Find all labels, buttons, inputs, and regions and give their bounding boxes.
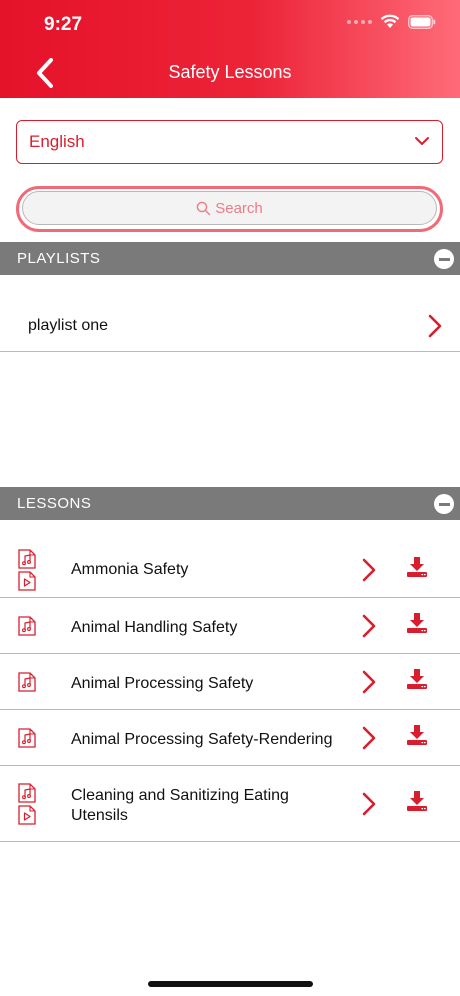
- status-time: 9:27: [44, 14, 83, 35]
- download-icon: [407, 669, 427, 689]
- chevron-down-icon: [415, 137, 429, 145]
- lesson-row[interactable]: Animal Processing Safety-Rendering: [0, 710, 460, 766]
- lesson-download-button[interactable]: [406, 790, 428, 817]
- lesson-open-button[interactable]: [362, 558, 376, 587]
- download-icon: [407, 557, 427, 577]
- chevron-right-icon: [362, 792, 376, 816]
- video-file-icon: [18, 571, 36, 591]
- lesson-media-icons: [18, 549, 36, 591]
- lesson-download-button[interactable]: [406, 668, 428, 695]
- lesson-open-button[interactable]: [362, 670, 376, 699]
- search-bar[interactable]: Search: [16, 186, 443, 232]
- language-dropdown[interactable]: English: [16, 120, 443, 164]
- minus-circle-icon[interactable]: [434, 249, 454, 269]
- lesson-open-button[interactable]: [362, 726, 376, 755]
- lesson-label: Animal Processing Safety-Rendering: [71, 731, 333, 748]
- playlists-header-label: PLAYLISTS: [17, 250, 101, 267]
- lesson-label: Animal Processing Safety: [71, 675, 254, 692]
- language-selected-value: English: [29, 132, 85, 151]
- chevron-right-icon: [362, 726, 376, 750]
- search-input[interactable]: Search: [22, 191, 437, 225]
- lessons-header-label: LESSONS: [17, 495, 92, 512]
- lessons-section-header: LESSONS: [0, 487, 460, 520]
- playlist-row[interactable]: playlist one: [0, 300, 460, 352]
- download-icon: [407, 791, 427, 811]
- lesson-open-button[interactable]: [362, 792, 376, 821]
- audio-file-icon: [18, 616, 36, 636]
- lesson-label: Animal Handling Safety: [71, 619, 238, 636]
- wifi-icon: [380, 14, 400, 28]
- lesson-media-icons: [18, 672, 36, 692]
- audio-file-icon: [18, 728, 36, 748]
- playlists-section-header: PLAYLISTS: [0, 242, 460, 275]
- lesson-row[interactable]: Ammonia Safety: [0, 542, 460, 598]
- lesson-media-icons: [18, 783, 36, 825]
- lesson-download-button[interactable]: [406, 724, 428, 751]
- lesson-download-button[interactable]: [406, 612, 428, 639]
- download-icon: [407, 725, 427, 745]
- search-icon: [196, 201, 211, 215]
- audio-file-icon: [18, 549, 36, 569]
- signal-icon: [347, 19, 372, 24]
- app-header: 9:27 Safety Lessons: [0, 0, 460, 98]
- lesson-row[interactable]: Animal Processing Safety: [0, 654, 460, 710]
- minus-circle-icon[interactable]: [434, 494, 454, 514]
- lesson-media-icons: [18, 616, 36, 636]
- audio-file-icon: [18, 783, 36, 803]
- chevron-right-icon: [362, 558, 376, 582]
- home-indicator: [148, 981, 313, 987]
- lesson-open-button[interactable]: [362, 614, 376, 643]
- lesson-label: Ammonia Safety: [71, 561, 189, 578]
- battery-icon: [408, 14, 436, 29]
- search-placeholder: Search: [215, 199, 263, 217]
- lesson-row[interactable]: Cleaning and Sanitizing Eating Utensils: [0, 766, 460, 842]
- chevron-right-icon: [428, 314, 442, 338]
- download-icon: [407, 613, 427, 633]
- chevron-right-icon: [362, 614, 376, 638]
- page-title: Safety Lessons: [168, 62, 292, 82]
- lesson-media-icons: [18, 728, 36, 748]
- chevron-right-icon: [362, 670, 376, 694]
- lesson-download-button[interactable]: [406, 556, 428, 583]
- lesson-label: Cleaning and Sanitizing Eating Utensils: [71, 787, 289, 824]
- playlist-label: playlist one: [28, 317, 109, 334]
- video-file-icon: [18, 805, 36, 825]
- audio-file-icon: [18, 672, 36, 692]
- lesson-row[interactable]: Animal Handling Safety: [0, 598, 460, 654]
- status-icons: [347, 14, 436, 29]
